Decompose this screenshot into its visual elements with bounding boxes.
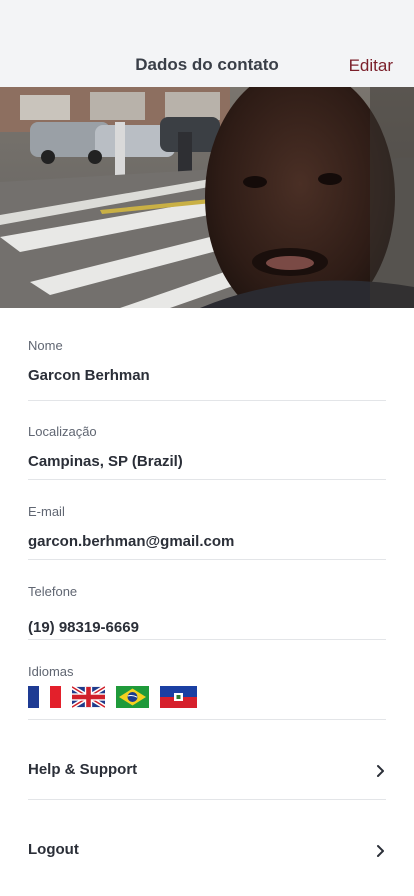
email-field: E-mail garcon.berhman@gmail.com: [28, 480, 386, 560]
help-support-item[interactable]: Help & Support: [28, 720, 386, 800]
languages-field: Idiomas: [28, 640, 386, 720]
logout-item[interactable]: Logout: [28, 800, 386, 880]
logout-label: Logout: [28, 841, 79, 858]
phone-field: Telefone (19) 98319-6669: [28, 560, 386, 640]
edit-button[interactable]: Editar: [349, 56, 393, 76]
email-value: garcon.berhman@gmail.com: [28, 533, 235, 550]
contact-details: Nome Garcon Berhman Localização Campinas…: [28, 308, 386, 880]
top-bar: Dados do contato Editar: [0, 0, 414, 87]
phone-value: (19) 98319-6669: [28, 619, 139, 636]
phone-label: Telefone: [28, 584, 78, 599]
email-label: E-mail: [28, 504, 65, 519]
name-value: Garcon Berhman: [28, 367, 150, 384]
chevron-right-icon: [377, 765, 384, 777]
languages-label: Idiomas: [28, 664, 74, 679]
uk-flag-icon: [72, 686, 105, 708]
location-field: Localização Campinas, SP (Brazil): [28, 401, 386, 480]
name-field: Nome Garcon Berhman: [28, 308, 386, 401]
location-value: Campinas, SP (Brazil): [28, 453, 183, 470]
help-support-label: Help & Support: [28, 761, 138, 778]
name-label: Nome: [28, 338, 63, 353]
photo-image: [0, 87, 414, 308]
contact-photo: [0, 87, 414, 308]
brazil-flag-icon: [116, 686, 149, 708]
haiti-flag-icon: [160, 686, 197, 708]
france-flag-icon: [28, 686, 61, 708]
location-label: Localização: [28, 424, 97, 439]
chevron-right-icon: [377, 845, 384, 857]
language-flags: [28, 686, 208, 708]
